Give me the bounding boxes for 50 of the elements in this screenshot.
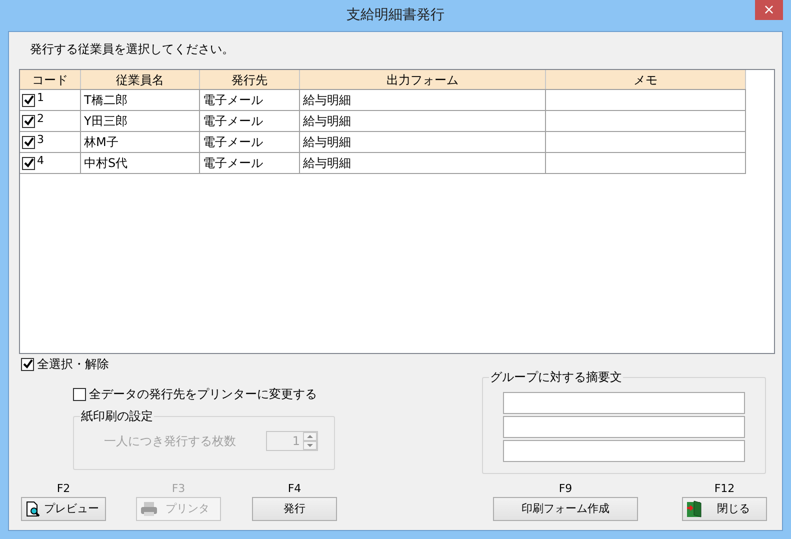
function-key-label: F3 — [172, 482, 186, 496]
column-header[interactable]: コード — [20, 70, 81, 89]
row-checkbox[interactable] — [22, 136, 35, 148]
table-cell: 1 — [37, 91, 44, 104]
action-button[interactable]: プレビュー — [21, 497, 106, 521]
table-cell-text: 給与明細 — [303, 92, 351, 109]
table-cell: 2 — [37, 112, 44, 125]
function-key-label: F12 — [714, 482, 735, 496]
close-button[interactable]: × — [755, 0, 783, 20]
checkbox-label: 全選択・解除 — [37, 356, 109, 373]
action-button[interactable]: 発行 — [252, 497, 337, 521]
row-checkbox[interactable] — [22, 156, 35, 170]
door-exit-icon — [686, 500, 704, 518]
table-cell-text: 中村S代 — [84, 155, 128, 172]
select-all-checkbox[interactable] — [21, 358, 34, 370]
table-cell-text: 給与明細 — [303, 134, 351, 151]
column-header[interactable]: 出力フォーム — [300, 70, 546, 89]
action-button[interactable]: 閉じる — [682, 497, 767, 521]
table-cell-text: Y田三郎 — [84, 113, 128, 130]
checkbox-label: 全データの発行先をプリンターに変更する — [89, 386, 317, 403]
table-cell-text: T橋二郎 — [84, 92, 128, 109]
group-title: 紙印刷の設定 — [80, 408, 154, 424]
table-cell-text: 電子メール — [203, 134, 263, 151]
table-cell: 3 — [37, 133, 44, 146]
table-cell-text: 電子メール — [203, 155, 263, 172]
window-title: 支給明細書発行 — [346, 6, 444, 25]
column-header[interactable]: 発行先 — [200, 70, 300, 89]
printer-icon — [140, 501, 158, 517]
table-cell-text: 給与明細 — [303, 113, 351, 130]
group-title: グループに対する摘要文 — [489, 369, 623, 385]
printer-checkbox[interactable] — [73, 388, 86, 400]
document-magnifier-icon — [25, 501, 41, 517]
function-key-label: F4 — [288, 482, 302, 496]
action-button[interactable]: 印刷フォーム作成 — [493, 497, 638, 521]
table-cell-text: 電子メール — [203, 92, 263, 109]
copies-label: 一人につき発行する枚数 — [104, 433, 236, 450]
function-key-label: F2 — [56, 482, 70, 496]
table-cell: 4 — [37, 154, 44, 167]
summary-input-field[interactable] — [503, 440, 745, 462]
column-header[interactable]: メモ — [546, 70, 746, 89]
summary-input-field[interactable] — [503, 392, 745, 414]
table-cell-text: 電子メール — [203, 113, 263, 130]
column-header[interactable]: 従業員名 — [81, 70, 200, 89]
function-key-label: F9 — [558, 482, 572, 496]
row-checkbox[interactable] — [22, 114, 35, 128]
table-cell-text: 給与明細 — [303, 155, 351, 172]
instruction-text: 発行する従業員を選択してください。 — [30, 41, 235, 57]
table-cell-text: 林M子 — [84, 134, 118, 151]
row-checkbox[interactable] — [22, 94, 35, 106]
summary-input-field[interactable] — [503, 416, 745, 438]
